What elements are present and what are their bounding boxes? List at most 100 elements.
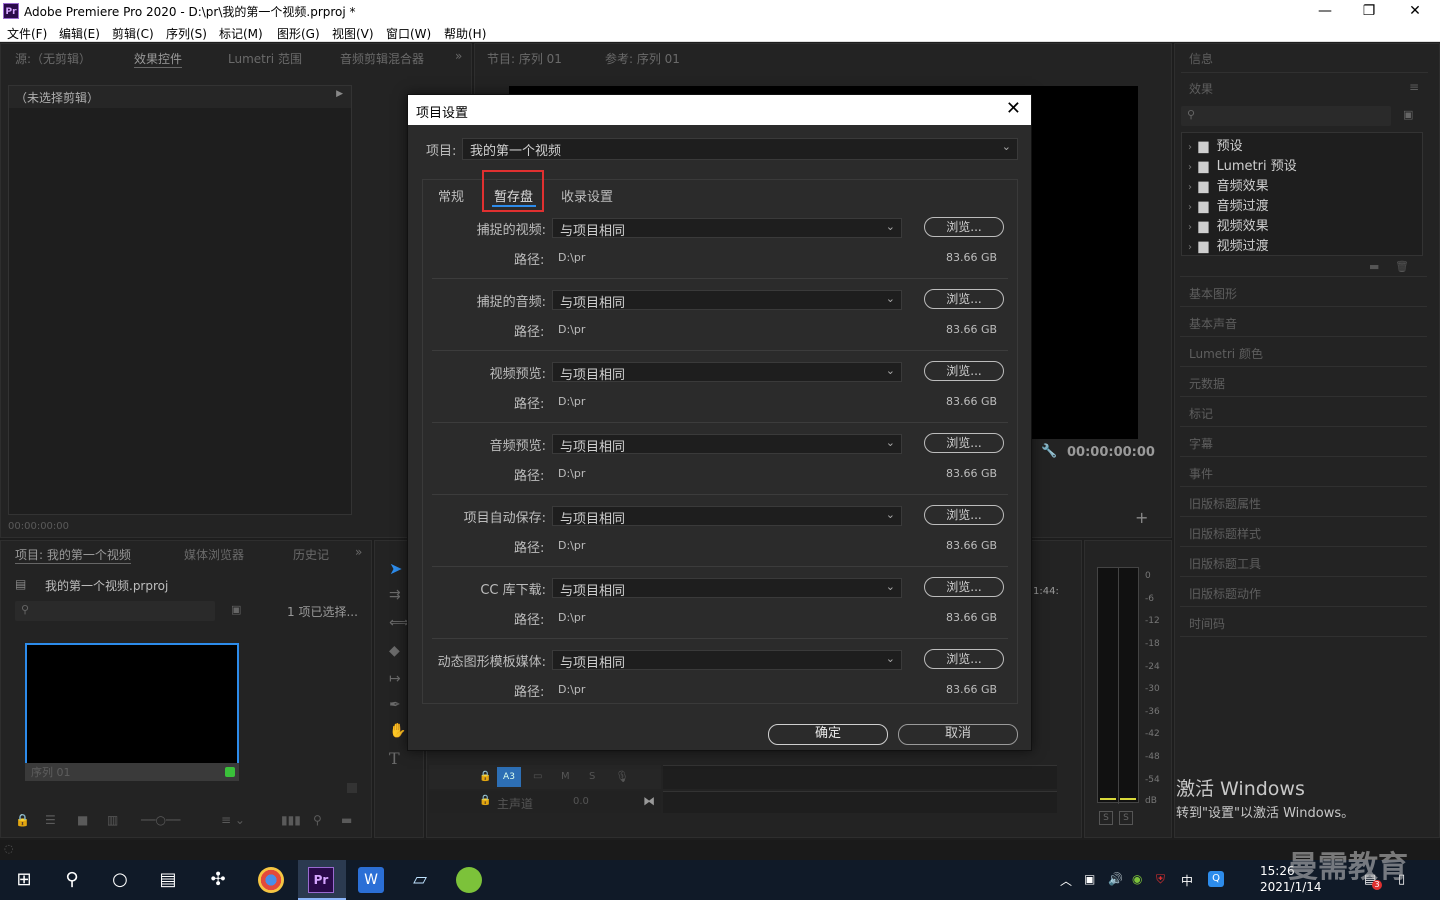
slip-tool-icon[interactable]: ↦ [389,671,401,687]
sequence-thumbnail[interactable]: ⊞ [25,643,239,781]
panel-events[interactable]: 事件 [1189,465,1213,482]
browse-button[interactable]: 浏览... [924,217,1004,237]
solo-left-button[interactable]: S [1099,811,1113,825]
panel-essential-graphics[interactable]: 基本图形 [1189,285,1237,302]
task-view-icon[interactable]: ▤ [154,866,182,894]
effects-search-input[interactable]: ⚲ [1181,106,1391,126]
browse-button[interactable]: 浏览... [924,433,1004,453]
razor-tool-icon[interactable]: ◆ [389,643,400,659]
qq-icon[interactable]: Q [1208,871,1224,887]
scratch-select[interactable]: 与项目相同 ⌄ [552,650,902,671]
delete-icon[interactable]: 🗑 [1395,260,1409,273]
pinwheel-app-icon[interactable]: ✣ [204,866,232,894]
tab-history[interactable]: 历史记 [293,546,329,563]
menu-file[interactable]: 文件(F) [7,25,47,42]
network-icon[interactable]: ▣ [1084,872,1095,886]
scratch-select[interactable]: 与项目相同 ⌄ [552,218,902,239]
browse-button[interactable]: 浏览... [924,505,1004,525]
browse-button[interactable]: 浏览... [924,577,1004,597]
security-icon[interactable]: ⛨ [1156,872,1165,887]
volume-icon[interactable]: 🔊 [1108,872,1123,886]
panel-legacy-title-properties[interactable]: 旧版标题属性 [1189,495,1261,512]
scratch-select[interactable]: 与项目相同 ⌄ [552,506,902,527]
panel-legacy-title-actions[interactable]: 旧版标题动作 [1189,585,1261,602]
panel-menu-icon[interactable]: ≡ [1409,80,1419,94]
project-select[interactable]: 我的第一个视频 ⌄ [462,138,1018,160]
solo-right-button[interactable]: S [1119,811,1133,825]
sort-icon[interactable]: ≡ ⌄ [221,813,245,827]
effects-item-video-transitions[interactable]: › ▆ 视频过渡 [1188,235,1269,254]
new-custom-bin-icon[interactable]: ▬ [1369,260,1379,273]
scratch-select[interactable]: 与项目相同 ⌄ [552,290,902,311]
wrench-icon[interactable]: 🔧 [1041,444,1057,459]
premiere-icon[interactable]: Pr [308,867,334,893]
minimize-button[interactable]: — [1302,0,1348,22]
add-button-icon[interactable]: + [1135,508,1148,527]
microphone-icon[interactable]: 🎙 [615,770,629,783]
effects-panel-header[interactable]: 效果 [1189,80,1213,97]
panel-overflow-icon[interactable]: » [355,545,362,559]
new-folder-icon[interactable]: ▬ [341,813,352,827]
notepad-icon[interactable]: ▱ [406,866,434,894]
wps-icon[interactable]: W [358,867,384,893]
tab-ingest-settings[interactable]: 收录设置 [561,186,613,205]
panel-essential-sound[interactable]: 基本声音 [1189,315,1237,332]
type-tool-icon[interactable]: T [389,749,400,768]
windows-start-icon[interactable]: ⊞ [10,866,38,894]
find-icon[interactable]: ⚲ [313,813,322,827]
track-mute-button[interactable]: M [561,771,570,782]
tab-source[interactable]: 源:（无剪辑） [15,50,91,67]
scratch-select[interactable]: 与项目相同 ⌄ [552,362,902,383]
cortana-icon[interactable]: ○ [106,866,134,894]
watermelon-app-icon[interactable] [456,867,482,893]
chevron-up-icon[interactable]: ︿ [1060,872,1072,889]
panel-timecode[interactable]: 时间码 [1189,615,1225,632]
panel-legacy-title-styles[interactable]: 旧版标题样式 [1189,525,1261,542]
info-panel-header[interactable]: 信息 [1189,50,1213,67]
effects-item-presets[interactable]: › ▆ 预设 [1188,135,1243,154]
panel-metadata[interactable]: 元数据 [1189,375,1225,392]
panel-markers[interactable]: 标记 [1189,405,1213,422]
browse-button[interactable]: 浏览... [924,361,1004,381]
scratch-select[interactable]: 与项目相同 ⌄ [552,578,902,599]
menu-help[interactable]: 帮助(H) [444,25,486,42]
new-bin-icon[interactable]: ▣ [231,603,241,616]
menu-clip[interactable]: 剪辑(C) [112,25,154,42]
menu-sequence[interactable]: 序列(S) [166,25,207,42]
panel-overflow-icon[interactable]: » [455,49,462,63]
master-track-lane[interactable] [663,791,1057,813]
tab-effect-controls[interactable]: 效果控件 [134,50,183,68]
nvidia-icon[interactable]: ◉ [1132,872,1142,886]
track-solo-button[interactable]: S [589,771,595,782]
tab-reference[interactable]: 参考: 序列 01 [605,50,680,67]
close-window-button[interactable]: ✕ [1392,0,1438,22]
expand-arrow-icon[interactable]: ▶ [336,89,343,99]
pen-tool-icon[interactable]: ✒ [389,697,401,713]
ime-indicator[interactable]: 中 [1181,872,1193,889]
panel-legacy-title-tools[interactable]: 旧版标题工具 [1189,555,1261,572]
hand-tool-icon[interactable]: ✋ [389,723,406,739]
menu-graphics[interactable]: 图形(G) [277,25,320,42]
menu-window[interactable]: 窗口(W) [386,25,431,42]
chrome-icon[interactable] [258,867,284,893]
effects-item-audio-transitions[interactable]: › ▆ 音频过渡 [1188,195,1269,214]
selection-tool-icon[interactable]: ➤ [389,559,402,578]
icon-view-icon[interactable]: ■ [77,813,88,827]
track-voiceover-icon[interactable]: ▭ [533,771,542,782]
tab-general[interactable]: 常规 [438,186,464,205]
list-view-icon[interactable]: ☰ [45,813,56,827]
tab-audio-clip-mixer[interactable]: 音频剪辑混合器 [340,50,424,67]
menu-edit[interactable]: 编辑(E) [59,25,100,42]
maximize-button[interactable]: ❐ [1346,0,1392,22]
cancel-button[interactable]: 取消 [898,724,1018,745]
lock-icon[interactable]: 🔒 [15,813,30,827]
track-a3-lane[interactable] [663,765,1057,789]
panel-captions[interactable]: 字幕 [1189,435,1213,452]
automate-icon[interactable]: ▮▮▮ [281,813,301,827]
browse-button[interactable]: 浏览... [924,289,1004,309]
zoom-slider[interactable]: ──○── [141,813,180,827]
browse-button[interactable]: 浏览... [924,649,1004,669]
effects-item-audio-effects[interactable]: › ▆ 音频效果 [1188,175,1269,194]
track-select-tool-icon[interactable]: ⇉ [389,587,401,603]
freeform-view-icon[interactable]: ▥ [107,813,118,827]
